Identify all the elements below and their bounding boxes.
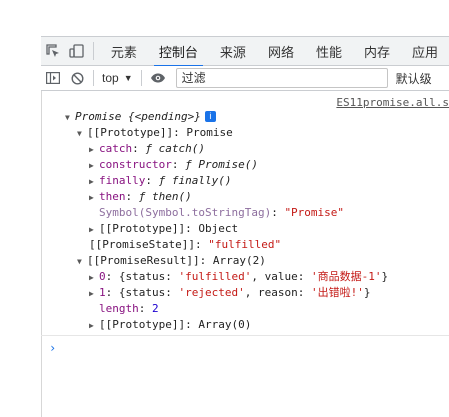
log-levels-dropdown[interactable]: 默认级 <box>396 70 432 87</box>
tree-row-symbol: Symbol(Symbol.toStringTag): "Promise" <box>99 206 345 219</box>
tab-elements[interactable]: 元素 <box>100 37 148 66</box>
filter-input[interactable] <box>175 68 388 88</box>
console-message: ES11promise.all.s ▼ Promise {<pending>} i … <box>41 91 449 336</box>
context-label: top <box>102 71 119 85</box>
expand-triangle-icon[interactable]: ▼ <box>65 110 75 126</box>
expand-triangle-icon[interactable]: ▶ <box>89 158 99 174</box>
tree-row-item-1[interactable]: ▶ 1: {status: 'rejected', reason: '出错啦!'} <box>89 285 370 301</box>
expand-triangle-icon[interactable]: ▶ <box>89 222 99 238</box>
tree-row-prototype[interactable]: ▼ [[Prototype]]: Promise <box>77 125 233 141</box>
tab-memory[interactable]: 内存 <box>353 37 401 66</box>
tree-row-catch[interactable]: ▶ catch: ƒ catch() <box>89 141 205 157</box>
tree-row-promise-state: [[PromiseState]]: "fulfilled" <box>89 238 282 251</box>
info-icon[interactable]: i <box>204 111 216 122</box>
toolbar-separator <box>140 70 142 86</box>
expand-triangle-icon[interactable]: ▶ <box>89 318 99 334</box>
devtools-tabbar: 元素 控制台 来源 网络 性能 内存 应用 <box>41 36 449 67</box>
tree-row-promise-result[interactable]: ▼ [[PromiseResult]]: Array(2) <box>77 253 266 269</box>
expand-triangle-icon[interactable]: ▶ <box>89 270 99 286</box>
expand-triangle-icon[interactable]: ▶ <box>89 142 99 158</box>
expand-triangle-icon[interactable]: ▶ <box>89 190 99 206</box>
expand-triangle-icon[interactable]: ▼ <box>77 254 87 270</box>
clear-console-icon[interactable] <box>65 66 89 90</box>
tree-row-prototype-array[interactable]: ▶ [[Prototype]]: Array(0) <box>89 317 251 333</box>
top-blank-area <box>41 0 449 36</box>
sidebar-toggle-icon[interactable] <box>41 66 65 90</box>
tabbar-separator <box>93 42 94 60</box>
tab-sources[interactable]: 来源 <box>209 37 257 66</box>
inspect-element-icon[interactable] <box>41 37 65 65</box>
device-toolbar-icon[interactable] <box>65 37 89 65</box>
left-pane <box>0 0 42 417</box>
tab-console[interactable]: 控制台 <box>148 37 209 67</box>
context-selector[interactable]: top ▼ <box>98 71 137 85</box>
expand-triangle-icon[interactable]: ▶ <box>89 286 99 302</box>
console-toolbar: top ▼ 默认级 <box>41 66 449 91</box>
console-output: ES11promise.all.s ▼ Promise {<pending>} i … <box>41 91 449 417</box>
tab-application[interactable]: 应用 <box>401 37 449 66</box>
tree-row-length: length: 2 <box>99 302 159 315</box>
dropdown-arrow-icon: ▼ <box>123 73 133 83</box>
tree-row-then[interactable]: ▶ then: ƒ then() <box>89 189 192 205</box>
expand-triangle-icon[interactable]: ▶ <box>89 174 99 190</box>
tab-performance[interactable]: 性能 <box>305 37 353 66</box>
live-expression-eye-icon[interactable] <box>146 66 170 90</box>
console-prompt-icon[interactable]: › <box>49 341 56 355</box>
tree-row-item-0[interactable]: ▶ 0: {status: 'fulfilled', value: '商品数据-1… <box>89 269 388 285</box>
tree-row-finally[interactable]: ▶ finally: ƒ finally() <box>89 173 231 189</box>
source-link[interactable]: ES11promise.all.s <box>336 96 449 109</box>
tree-row-prototype-object[interactable]: ▶ [[Prototype]]: Object <box>89 221 238 237</box>
tab-network[interactable]: 网络 <box>257 37 305 66</box>
expand-triangle-icon[interactable]: ▼ <box>77 126 87 142</box>
toolbar-separator <box>93 70 94 86</box>
tree-row-constructor[interactable]: ▶ constructor: ƒ Promise() <box>89 157 258 173</box>
tree-root[interactable]: ▼ Promise {<pending>} i <box>65 109 216 125</box>
